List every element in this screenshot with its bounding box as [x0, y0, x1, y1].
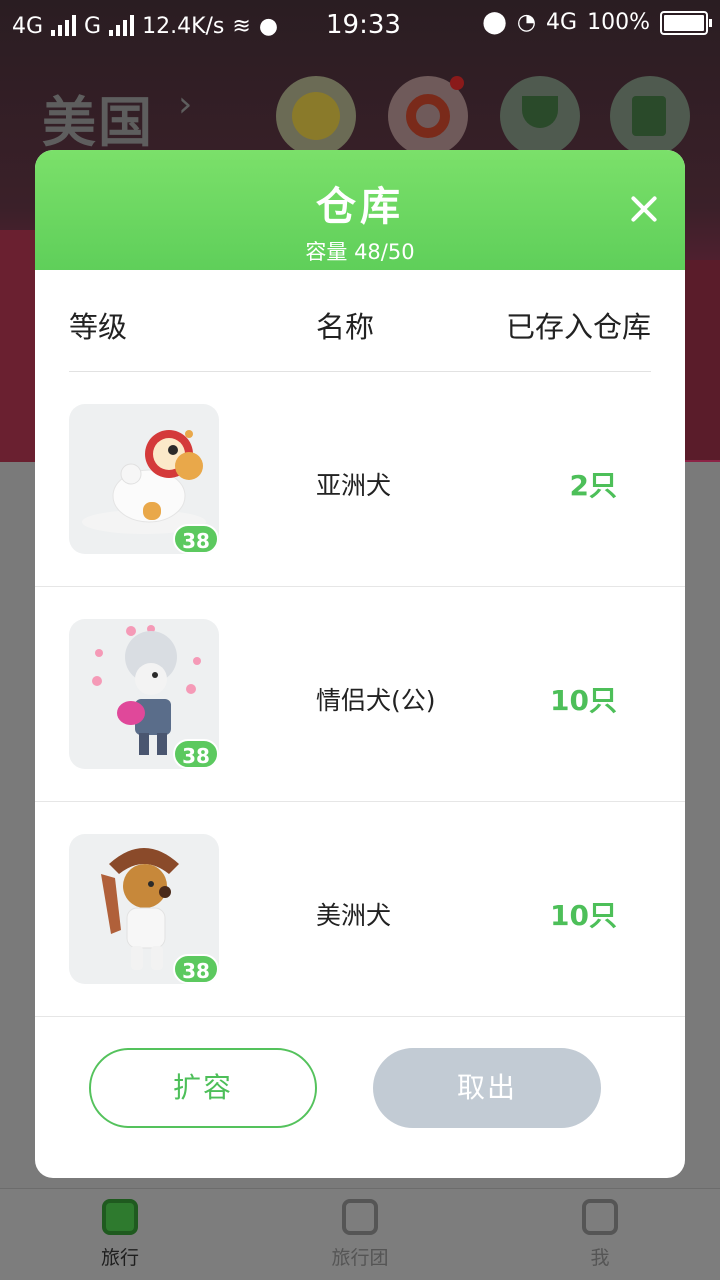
dialog-title: 仓库: [316, 184, 404, 230]
level-badge: 38: [173, 954, 219, 984]
close-icon[interactable]: [629, 194, 659, 224]
pet-thumbnail: 38: [69, 619, 219, 769]
table-row[interactable]: 38 美洲犬 10只: [35, 802, 685, 1017]
pet-thumbnail: 38: [69, 834, 219, 984]
level-badge: 38: [173, 739, 219, 769]
expand-button[interactable]: 扩容: [89, 1048, 317, 1128]
dialog-header: 仓库 容量 48/50: [35, 150, 685, 270]
stored-count: 10只: [550, 899, 617, 932]
table-row[interactable]: 38 亚洲犬 2只: [35, 372, 685, 587]
capacity-label: 容量 48/50: [305, 240, 415, 264]
pet-thumbnail: 38: [69, 404, 219, 554]
level-badge: 38: [173, 524, 219, 554]
table-header: 等级 名称 已存入仓库: [69, 270, 651, 372]
stored-count: 10只: [550, 684, 617, 717]
column-name: 名称: [316, 310, 375, 344]
take-out-button[interactable]: 取出: [373, 1048, 601, 1128]
column-level: 等级: [69, 310, 128, 344]
column-stored: 已存入仓库: [505, 310, 651, 344]
pet-name: 美洲犬: [316, 901, 392, 930]
pet-name: 情侣犬(公): [316, 686, 436, 715]
warehouse-dialog: 仓库 容量 48/50 等级 名称 已存入仓库 38 亚洲犬 2只 38 情侣犬…: [35, 150, 685, 1178]
table-row[interactable]: 38 情侣犬(公) 10只: [35, 587, 685, 802]
stored-count: 2只: [569, 469, 617, 502]
pet-name: 亚洲犬: [316, 471, 392, 500]
